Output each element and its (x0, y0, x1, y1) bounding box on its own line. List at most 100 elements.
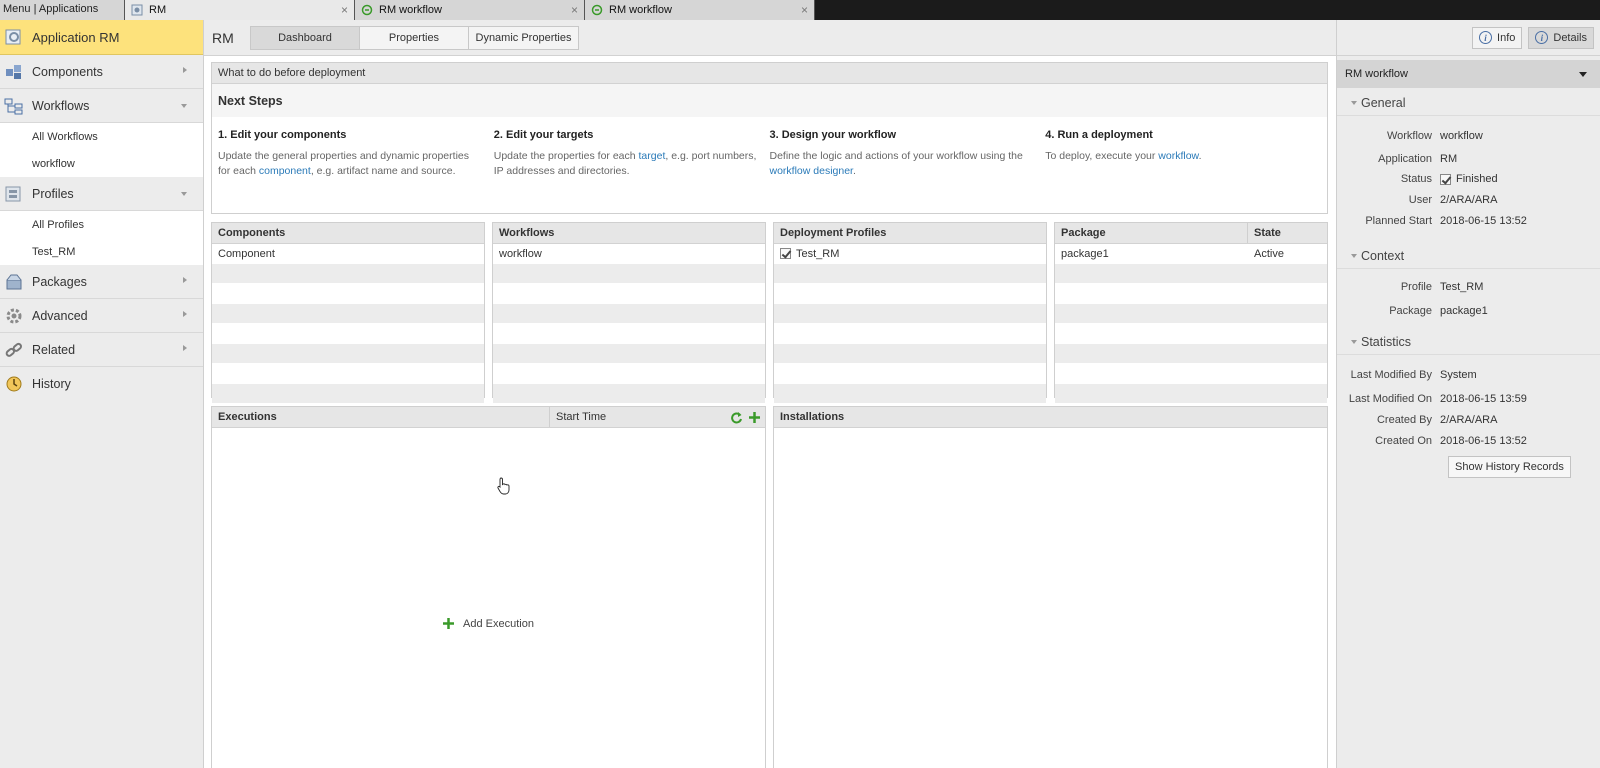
step-description: To deploy, execute your workflow. (1045, 149, 1311, 164)
sidebar-item-profiles[interactable]: Profiles (0, 177, 203, 211)
details-title: RM workflow (1345, 68, 1408, 80)
grid-header: Workflows (493, 223, 765, 244)
chevron-down-icon (181, 192, 187, 196)
sidebar-subitem-test-rm[interactable]: Test_RM (0, 238, 203, 265)
profile-name: Test_RM (796, 247, 840, 260)
close-icon[interactable]: × (801, 3, 808, 17)
table-row[interactable]: Component (212, 244, 484, 264)
section-general[interactable]: General (1337, 90, 1600, 116)
user-link[interactable]: 2/ARA/ARA (1440, 194, 1497, 206)
table-row-empty (1055, 364, 1327, 384)
target-link[interactable]: target (639, 150, 666, 162)
table-row-empty (212, 324, 484, 344)
show-history-records-button[interactable]: Show History Records (1448, 456, 1571, 478)
table-row[interactable]: Test_RM (774, 244, 1046, 264)
sidebar-item-components[interactable]: Components (0, 55, 203, 89)
plus-icon (443, 618, 454, 629)
details-toolbar: i Info i Details (1337, 20, 1600, 56)
field-value: 2018-06-15 13:52 (1440, 435, 1527, 447)
table-row-empty (212, 304, 484, 324)
column-header-executions[interactable]: Executions (212, 407, 550, 427)
package-link[interactable]: package1 (1440, 305, 1488, 317)
tab-rm-workflow-2[interactable]: RM workflow × (585, 0, 815, 20)
step-description: Update the properties for each target, e… (494, 149, 760, 179)
profile-link[interactable]: Test_RM (1440, 281, 1483, 293)
section-statistics[interactable]: Statistics (1337, 329, 1600, 355)
field-label: Profile (1400, 281, 1432, 293)
tab-dashboard[interactable]: Dashboard (250, 25, 360, 50)
field-label: Last Modified By (1350, 369, 1432, 381)
sidebar-item-label: Profiles (32, 186, 74, 201)
sidebar-item-history[interactable]: History (0, 367, 203, 401)
deployment-profiles-grid: Deployment Profiles Test_RM (773, 222, 1047, 404)
column-header-start-time[interactable]: Start Time (550, 407, 606, 427)
components-grid: Components Component (211, 222, 485, 404)
table-row-empty (212, 384, 484, 404)
step-3: 3. Design your workflow Define the logic… (770, 117, 1046, 179)
table-row[interactable]: package1 Active (1055, 244, 1327, 264)
package-cell: package1 (1061, 247, 1109, 260)
application-link[interactable]: RM (1440, 153, 1457, 165)
workflow-link[interactable]: workflow (1158, 150, 1198, 162)
field-label: Status (1400, 173, 1432, 185)
sidebar-item-workflows[interactable]: Workflows (0, 89, 203, 123)
table-row-empty (774, 284, 1046, 304)
field-label: Created On (1375, 435, 1432, 447)
workflow-designer-link[interactable]: workflow designer (770, 165, 853, 177)
step-description: Update the general properties and dynami… (218, 149, 484, 179)
step-4: 4. Run a deployment To deploy, execute y… (1045, 117, 1321, 179)
table-row-empty (774, 384, 1046, 404)
step-2: 2. Edit your targets Update the properti… (494, 117, 770, 179)
info-button[interactable]: i Info (1472, 26, 1523, 49)
field-label: Application (1378, 153, 1432, 165)
field-last-modified-by: Last Modified By System (1337, 369, 1600, 381)
sidebar-item-label: Components (32, 64, 103, 79)
sidebar-subitem-workflow[interactable]: workflow (0, 150, 203, 177)
table-row-empty (493, 364, 765, 384)
field-label: Created By (1376, 414, 1432, 426)
add-icon[interactable] (748, 411, 761, 424)
workflow-link[interactable]: workflow (1440, 130, 1483, 142)
column-header-state[interactable]: State (1248, 223, 1281, 243)
field-planned-start: Planned Start 2018-06-15 13:52 (1337, 215, 1600, 227)
sidebar-item-label: Packages (32, 274, 87, 289)
table-row-empty (774, 364, 1046, 384)
details-button-label: Details (1553, 31, 1587, 44)
sidebar-item-packages[interactable]: Packages (0, 265, 203, 299)
sidebar-item-advanced[interactable]: Advanced (0, 299, 203, 333)
field-label: Package (1389, 305, 1432, 317)
sidebar-header[interactable]: Application RM (0, 20, 203, 55)
application-icon (5, 29, 21, 45)
table-row-empty (1055, 384, 1327, 404)
installations-header[interactable]: Installations (774, 407, 1327, 428)
details-button[interactable]: i Details (1528, 26, 1594, 49)
refresh-icon[interactable] (730, 411, 743, 424)
info-button-label: Info (1497, 31, 1516, 44)
close-icon[interactable]: × (571, 3, 578, 17)
tab-properties[interactable]: Properties (359, 25, 469, 50)
tab-rm[interactable]: RM × (125, 0, 355, 20)
sidebar-item-related[interactable]: Related (0, 333, 203, 367)
add-execution-label: Add Execution (463, 617, 534, 630)
menu-applications-tab[interactable]: Menu | Applications (0, 0, 125, 20)
close-icon[interactable]: × (341, 3, 348, 17)
sidebar-subitem-all-workflows[interactable]: All Workflows (0, 123, 203, 150)
chevron-right-icon (183, 277, 187, 283)
table-row-empty (774, 344, 1046, 364)
column-header-package[interactable]: Package (1055, 223, 1248, 243)
tab-dynamic-properties[interactable]: Dynamic Properties (468, 25, 579, 50)
tab-rm-workflow-1[interactable]: RM workflow × (355, 0, 585, 20)
table-row[interactable]: workflow (493, 244, 765, 264)
tab-label: RM (149, 4, 167, 16)
sidebar-header-label: Application RM (32, 29, 120, 45)
status-text: Finished (1456, 173, 1498, 185)
workflow-icon (361, 4, 373, 16)
details-title-dropdown[interactable]: RM workflow (1337, 60, 1600, 88)
component-link[interactable]: component (259, 165, 311, 177)
sidebar-subitem-all-profiles[interactable]: All Profiles (0, 211, 203, 238)
details-panel: i Info i Details RM workflow General Workf… (1336, 20, 1600, 768)
field-application: Application RM (1337, 153, 1600, 165)
checkbox-checked (780, 248, 791, 259)
section-context[interactable]: Context (1337, 243, 1600, 269)
add-execution-button[interactable]: Add Execution (442, 617, 534, 630)
